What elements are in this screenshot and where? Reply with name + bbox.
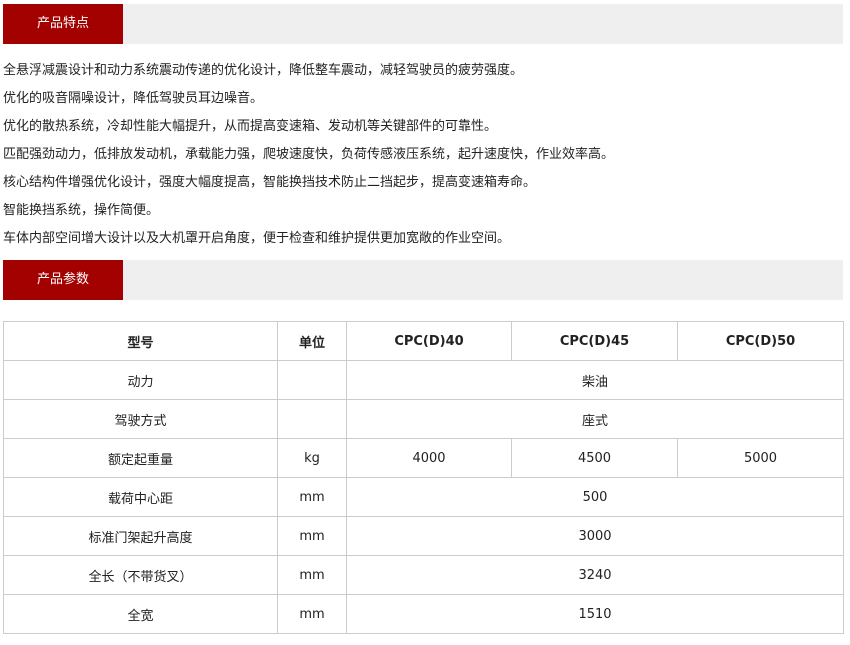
row-unit <box>277 399 347 439</box>
row-unit: kg <box>277 438 347 478</box>
params-tab: 产品参数 <box>3 260 123 300</box>
header-cpcd45: CPC(D)45 <box>511 321 678 361</box>
row-value: 1510 <box>346 594 844 634</box>
row-unit: mm <box>277 594 347 634</box>
feature-item: 优化的散热系统，冷却性能大幅提升，从而提高变速箱、发动机等关键部件的可靠性。 <box>3 119 498 134</box>
row-unit <box>277 360 347 400</box>
row-label: 动力 <box>3 360 278 400</box>
feature-item: 优化的吸音隔噪设计，降低驾驶员耳边噪音。 <box>3 91 264 106</box>
row-label: 全长（不带货叉） <box>3 555 278 595</box>
row-value: 500 <box>346 477 844 517</box>
table-row: 标准门架起升高度 mm 3000 <box>3 516 844 556</box>
row-value: 3240 <box>346 555 844 595</box>
table-row: 额定起重量 kg 4000 4500 5000 <box>3 438 844 478</box>
features-tab: 产品特点 <box>3 4 123 44</box>
row-label: 驾驶方式 <box>3 399 278 439</box>
table-row: 载荷中心距 mm 500 <box>3 477 844 517</box>
feature-item: 匹配强劲动力，低排放发动机，承载能力强，爬坡速度快，负荷传感液压系统，起升速度快… <box>3 147 615 162</box>
params-section-header: 产品参数 <box>3 260 843 300</box>
row-value-cpcd50: 5000 <box>677 438 844 478</box>
feature-item: 智能换挡系统，操作简便。 <box>3 203 160 218</box>
row-label: 标准门架起升高度 <box>3 516 278 556</box>
table-row: 驾驶方式 座式 <box>3 399 844 439</box>
row-value: 座式 <box>346 399 844 439</box>
row-unit: mm <box>277 477 347 517</box>
row-value-cpcd45: 4500 <box>511 438 678 478</box>
table-header-row: 型号 单位 CPC(D)40 CPC(D)45 CPC(D)50 <box>3 321 844 361</box>
row-value: 柴油 <box>346 360 844 400</box>
features-list: 全悬浮减震设计和动力系统震动传递的优化设计，降低整车震动，减轻驾驶员的疲劳强度。… <box>3 57 614 253</box>
feature-item: 核心结构件增强优化设计，强度大幅度提高，智能换挡技术防止二挡起步，提高变速箱寿命… <box>3 175 537 190</box>
header-cpcd50: CPC(D)50 <box>677 321 844 361</box>
header-model: 型号 <box>3 321 278 361</box>
row-value: 3000 <box>346 516 844 556</box>
table-row: 全长（不带货叉） mm 3240 <box>3 555 844 595</box>
feature-item: 全悬浮减震设计和动力系统震动传递的优化设计，降低整车震动，减轻驾驶员的疲劳强度。 <box>3 63 524 78</box>
row-unit: mm <box>277 516 347 556</box>
table-row: 动力 柴油 <box>3 360 844 400</box>
row-value-cpcd40: 4000 <box>346 438 512 478</box>
row-label: 全宽 <box>3 594 278 634</box>
feature-item: 车体内部空间增大设计以及大机罩开启角度，便于检查和维护提供更加宽敞的作业空间。 <box>3 231 511 246</box>
features-section-header: 产品特点 <box>3 4 843 44</box>
row-label: 载荷中心距 <box>3 477 278 517</box>
header-unit: 单位 <box>277 321 347 361</box>
row-unit: mm <box>277 555 347 595</box>
row-label: 额定起重量 <box>3 438 278 478</box>
spec-table: 型号 单位 CPC(D)40 CPC(D)45 CPC(D)50 动力 柴油 驾… <box>3 321 844 634</box>
header-cpcd40: CPC(D)40 <box>346 321 512 361</box>
table-row: 全宽 mm 1510 <box>3 594 844 634</box>
